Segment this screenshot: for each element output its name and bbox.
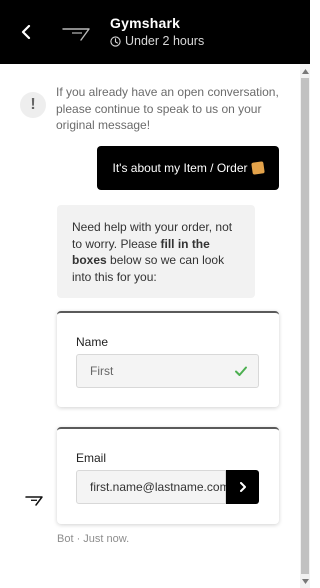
- info-icon: !: [20, 92, 46, 118]
- name-input[interactable]: First: [76, 354, 259, 388]
- bot-avatar-logo: [25, 496, 43, 506]
- chat-scrollbar[interactable]: [300, 64, 310, 588]
- response-time: Under 2 hours: [110, 34, 204, 48]
- back-button[interactable]: [12, 20, 40, 44]
- user-message-text: It's about my Item / Order: [112, 161, 248, 175]
- scroll-up-arrow[interactable]: [300, 66, 310, 76]
- bot-message-bubble: Need help with your order, not to worry.…: [57, 205, 255, 298]
- user-message-bubble: It's about my Item / Order: [97, 146, 279, 190]
- name-input-value: First: [90, 364, 114, 378]
- chat-area: ! If you already have an open conversati…: [0, 64, 300, 588]
- scroll-down-arrow[interactable]: [300, 576, 310, 586]
- name-form-card: Name First: [57, 311, 279, 407]
- chat-header: Gymshark Under 2 hours: [0, 0, 310, 64]
- notice-text: If you already have an open conversation…: [56, 85, 279, 132]
- chevron-left-icon: [21, 25, 31, 39]
- triangle-down-icon: [301, 578, 309, 584]
- email-form-card: Email first.name@lastname.com: [57, 427, 279, 524]
- name-label: Name: [76, 335, 109, 349]
- email-submit-button[interactable]: [226, 470, 259, 504]
- triangle-up-icon: [301, 68, 309, 74]
- chevron-right-icon: [239, 482, 246, 492]
- check-icon: [235, 366, 247, 376]
- scrollbar-thumb[interactable]: [301, 78, 309, 574]
- clock-icon: [110, 35, 121, 47]
- chat-title: Gymshark: [110, 15, 181, 31]
- response-time-text: Under 2 hours: [125, 34, 205, 48]
- gymshark-logo: [62, 28, 90, 41]
- message-meta: Bot · Just now.: [57, 533, 130, 545]
- email-input-value: first.name@lastname.com: [90, 480, 230, 494]
- package-icon: [250, 161, 265, 175]
- email-input[interactable]: first.name@lastname.com: [76, 470, 230, 504]
- email-label: Email: [76, 451, 107, 465]
